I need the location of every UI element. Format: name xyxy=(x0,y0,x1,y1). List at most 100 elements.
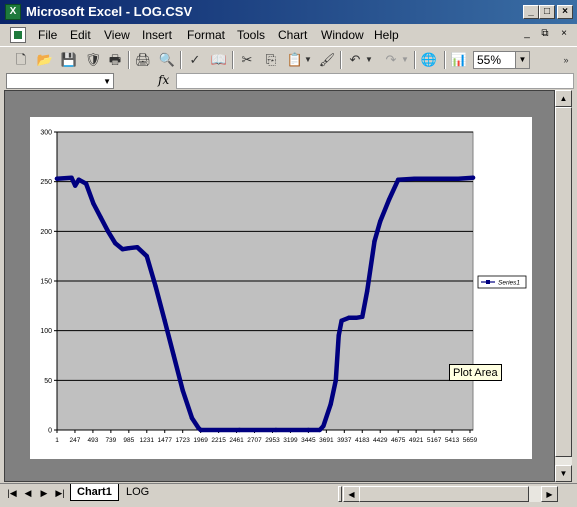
toolbar-separator xyxy=(340,51,342,69)
x-tick-label: 3691 xyxy=(319,437,334,444)
x-tick-label: 1477 xyxy=(158,437,173,444)
copy-icon[interactable]: ⎘ xyxy=(262,51,280,69)
print-preview-icon[interactable]: 🖨 xyxy=(134,51,152,69)
toolbar-options-icon[interactable]: » xyxy=(560,51,572,69)
data-point xyxy=(321,423,326,429)
menu-window[interactable]: Window xyxy=(321,28,364,42)
vertical-scroll-thumb[interactable] xyxy=(555,107,572,457)
maximize-button[interactable]: □ xyxy=(539,5,555,19)
tab-split-handle[interactable] xyxy=(338,486,342,502)
undo-dropdown-icon[interactable]: ▼ xyxy=(364,51,374,69)
next-sheet-icon[interactable]: ▶ xyxy=(38,487,50,500)
menu-view[interactable]: View xyxy=(104,28,130,42)
redo-icon[interactable]: ↷ xyxy=(382,51,400,69)
data-point xyxy=(456,176,461,181)
spelling-icon[interactable]: ✓ xyxy=(186,51,204,69)
name-box-dropdown-icon[interactable]: ▼ xyxy=(103,77,111,86)
menu-help[interactable]: Help xyxy=(374,28,399,42)
chart-wizard-icon[interactable]: 📊 xyxy=(450,51,468,69)
zoom-select[interactable]: 55% ▼ xyxy=(473,51,530,69)
permission-icon[interactable]: 🛡 xyxy=(84,51,102,69)
save-icon[interactable]: 💾 xyxy=(60,51,78,69)
toolbar-separator xyxy=(444,51,446,69)
cut-icon[interactable]: ✂ xyxy=(238,51,256,69)
line-chart[interactable]: 0501001502002503001 247 493 739 985 1231 1477 1… xyxy=(30,117,532,459)
paste-dropdown-icon[interactable]: ▼ xyxy=(303,51,313,69)
formula-input[interactable] xyxy=(176,73,574,89)
close-button[interactable]: × xyxy=(557,5,573,19)
data-point xyxy=(72,183,78,188)
x-tick-label: 739 xyxy=(105,437,116,444)
chart-area[interactable]: 0 50 100 150 200 250 300 1 247 493 739 985 1231 1477 1… xyxy=(30,117,532,459)
excel-icon[interactable]: X xyxy=(5,4,21,20)
research-icon[interactable]: 🔍 xyxy=(158,51,176,69)
print-icon[interactable]: 🖶 xyxy=(106,51,124,69)
menu-chart[interactable]: Chart xyxy=(278,28,307,42)
prev-sheet-icon[interactable]: ◀ xyxy=(22,487,34,500)
data-point xyxy=(91,201,96,206)
data-point xyxy=(378,219,383,224)
formula-bar: ▼ fx xyxy=(0,72,577,90)
zoom-value: 55% xyxy=(477,53,502,67)
x-tick-label: 3199 xyxy=(283,437,298,444)
data-point xyxy=(395,177,401,182)
x-tick-label: 1231 xyxy=(140,437,155,444)
vertical-scrollbar[interactable]: ▲ ▼ xyxy=(555,90,572,482)
data-point xyxy=(364,288,370,294)
zoom-dropdown-icon[interactable]: ▼ xyxy=(515,52,529,68)
data-point xyxy=(273,427,279,433)
scroll-up-icon[interactable]: ▲ xyxy=(555,90,572,107)
new-icon[interactable]: 🗋 xyxy=(12,51,30,69)
redo-dropdown-icon[interactable]: ▼ xyxy=(400,51,410,69)
data-point xyxy=(354,315,359,320)
horizontal-scroll-thumb[interactable] xyxy=(359,486,529,502)
data-point xyxy=(336,333,341,338)
data-point xyxy=(126,246,132,251)
x-tick-label: 3445 xyxy=(301,437,316,444)
menu-insert[interactable]: Insert xyxy=(142,28,172,42)
x-tick-label: 2215 xyxy=(211,437,226,444)
y-tick-label: 250 xyxy=(40,179,52,186)
data-point xyxy=(83,181,89,186)
minimize-button[interactable]: _ xyxy=(523,5,539,19)
doc-minimize-button[interactable]: _ xyxy=(520,28,534,41)
y-tick-label: 0 xyxy=(48,428,52,435)
data-point xyxy=(162,318,167,323)
scroll-down-icon[interactable]: ▼ xyxy=(555,465,572,482)
data-point xyxy=(470,175,476,180)
x-tick-label: 2953 xyxy=(265,437,280,444)
scroll-left-icon[interactable]: ◀ xyxy=(343,486,360,502)
fx-icon[interactable]: fx xyxy=(158,73,169,87)
paste-icon[interactable]: 📋 xyxy=(286,51,304,69)
name-box[interactable]: ▼ xyxy=(6,73,114,89)
data-point xyxy=(237,427,242,433)
last-sheet-icon[interactable]: ▶| xyxy=(54,487,66,500)
hyperlink-icon[interactable]: 🌐 xyxy=(420,51,438,69)
sheet-tab-log[interactable]: LOG xyxy=(120,484,155,501)
doc-restore-button[interactable]: ⧉ xyxy=(538,28,552,41)
window-title: Microsoft Excel - LOG.CSV xyxy=(26,4,193,19)
menu-tools[interactable]: Tools xyxy=(237,28,265,42)
reference-icon[interactable]: 📖 xyxy=(210,51,228,69)
horizontal-scrollbar[interactable]: ◀ ▶ xyxy=(343,486,558,502)
data-point xyxy=(386,197,392,202)
standard-toolbar: 🗋 📂 💾 🛡 🖶 🖨 🔍 ✓ 📖 ✂ ⎘ 📋 ▼ 🖌 ↶ ▼ ↷ ▼ 🌐 📊 … xyxy=(0,46,577,72)
document-icon[interactable] xyxy=(10,27,26,43)
data-point xyxy=(98,215,103,220)
menu-format[interactable]: Format xyxy=(187,28,225,42)
format-painter-icon[interactable]: 🖌 xyxy=(318,51,336,69)
doc-close-button[interactable]: × xyxy=(557,28,571,41)
legend-label: Series1 xyxy=(498,280,520,287)
scroll-right-icon[interactable]: ▶ xyxy=(541,486,558,502)
sheet-tab-chart1[interactable]: Chart1 xyxy=(70,484,119,501)
x-tick-label: 1723 xyxy=(175,437,190,444)
menu-edit[interactable]: Edit xyxy=(70,28,91,42)
sheet-tab-bar: |◀ ◀ ▶ ▶| Chart1 LOG ◀ ▶ xyxy=(0,483,577,502)
first-sheet-icon[interactable]: |◀ xyxy=(6,487,18,500)
undo-icon[interactable]: ↶ xyxy=(346,51,364,69)
title-bar: X Microsoft Excel - LOG.CSV _ □ × xyxy=(0,0,577,24)
menu-file[interactable]: File xyxy=(38,28,57,42)
data-point xyxy=(105,229,111,234)
data-point xyxy=(317,427,322,433)
open-icon[interactable]: 📂 xyxy=(36,51,54,69)
